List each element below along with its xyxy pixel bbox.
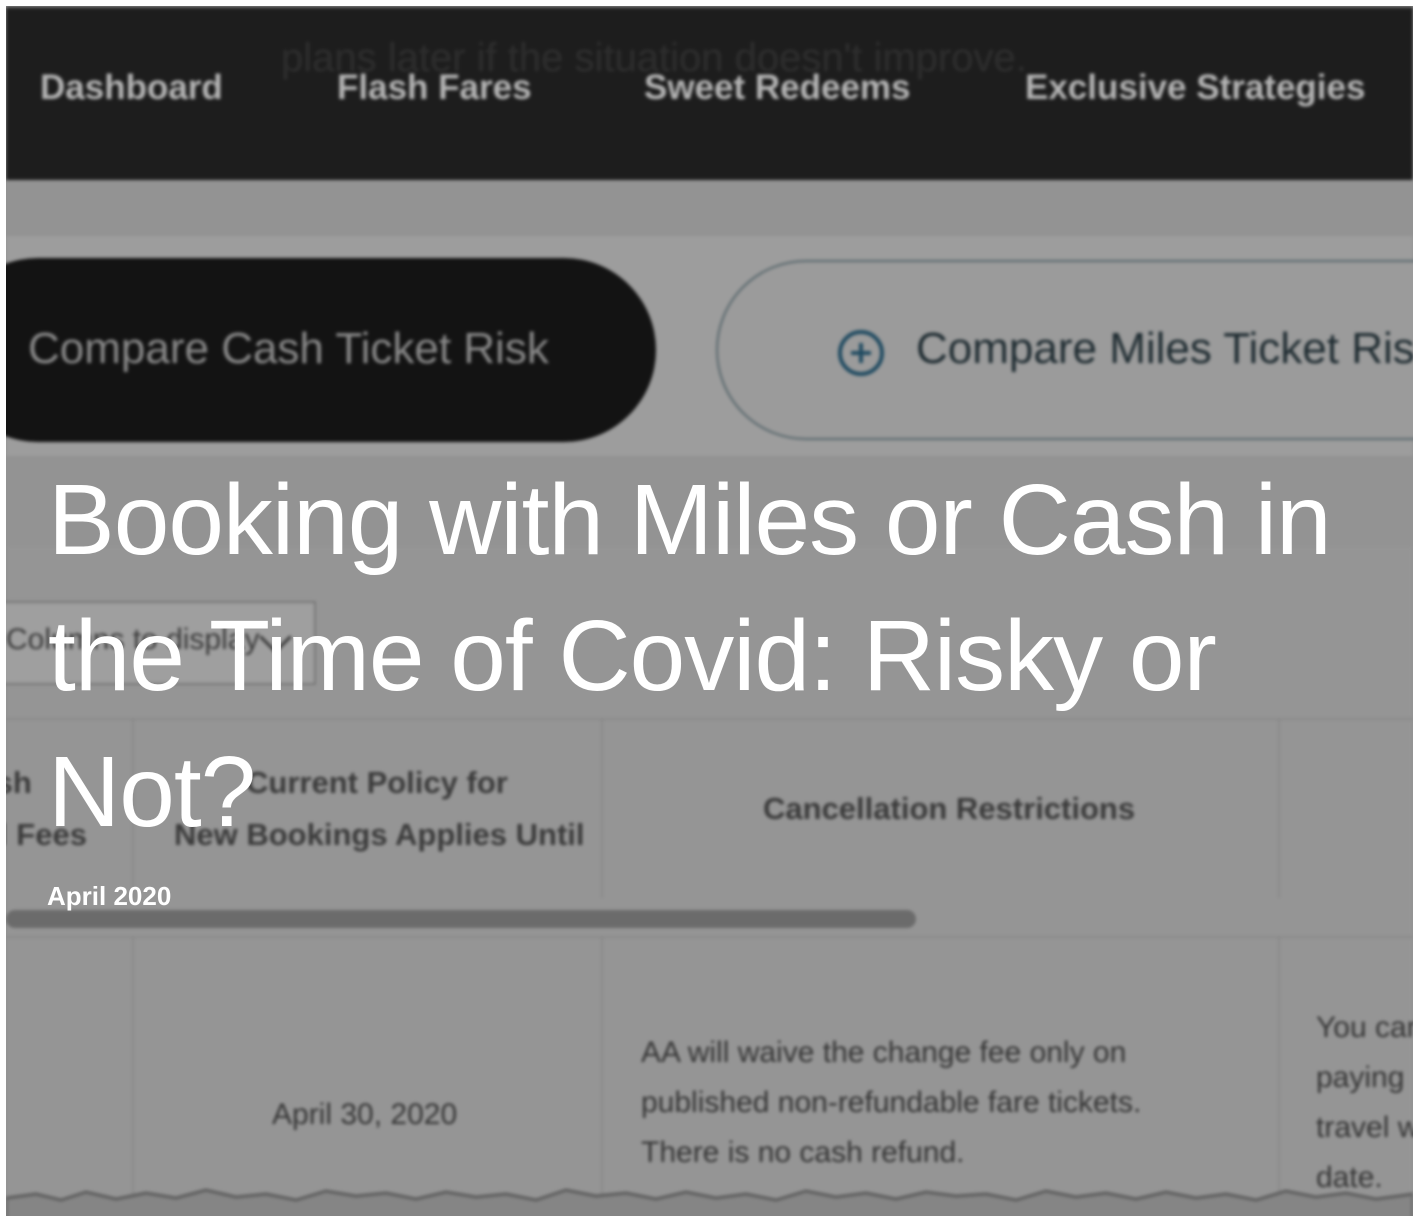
- article-hero[interactable]: plans later if the situation doesn't imp…: [6, 6, 1413, 1216]
- article-title[interactable]: Booking with Miles or Cash in the Time o…: [48, 452, 1398, 860]
- article-date: April 2020: [47, 881, 172, 911]
